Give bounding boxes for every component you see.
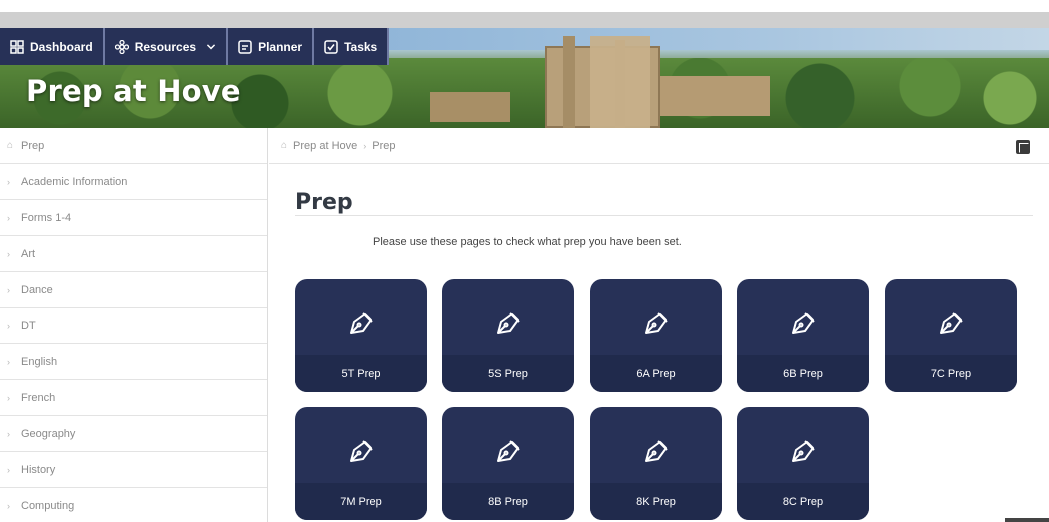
sidebar-item-label: English xyxy=(21,355,58,368)
page-intro: Please use these pages to check what pre… xyxy=(373,236,682,248)
nav-planner[interactable]: Planner xyxy=(228,28,315,65)
nav-resources-label: Resources xyxy=(134,39,197,54)
sidebar-item-label: Art xyxy=(21,247,36,260)
pen-nib-icon xyxy=(497,440,520,462)
sidebar-item-dance[interactable]: › Dance xyxy=(0,272,267,308)
nav-planner-label: Planner xyxy=(258,39,303,54)
breadcrumb-link[interactable]: Prep at Hove xyxy=(293,140,357,152)
grid-icon xyxy=(10,39,24,54)
pen-nib-icon xyxy=(645,312,668,334)
sidebar-item-dt[interactable]: › DT xyxy=(0,308,267,344)
nav-tasks[interactable]: Tasks xyxy=(314,28,390,65)
chevron-right-icon: › xyxy=(7,356,10,367)
tile-6b-prep[interactable]: 6B Prep xyxy=(737,279,869,392)
site-title: Prep at Hove xyxy=(26,74,241,108)
pen-nib-icon xyxy=(940,312,963,334)
tile-label: 5S Prep xyxy=(442,355,574,392)
sidebar-item-prep[interactable]: ⌂ Prep xyxy=(0,128,267,164)
chevron-right-icon: › xyxy=(7,284,10,295)
tile-label: 8C Prep xyxy=(737,483,869,520)
banner-sea xyxy=(360,28,1049,50)
sidebar-item-forms-1-4[interactable]: › Forms 1-4 xyxy=(0,200,267,236)
chevron-right-icon: › xyxy=(7,320,10,331)
sidebar-item-academic-information[interactable]: › Academic Information xyxy=(0,164,267,200)
pen-nib-icon xyxy=(497,312,520,334)
scroll-indicator xyxy=(1005,518,1049,522)
tile-label: 7M Prep xyxy=(295,483,427,520)
sidebar-item-label: Forms 1-4 xyxy=(21,211,72,224)
tile-label: 8K Prep xyxy=(590,483,722,520)
breadcrumb: ⌂ Prep at Hove › Prep xyxy=(269,128,1049,164)
sidebar-item-english[interactable]: › English xyxy=(0,344,267,380)
nav-resources[interactable]: Resources xyxy=(104,28,229,65)
sidebar-item-computing[interactable]: › Computing xyxy=(0,488,267,522)
sidebar: ⌂ Prep › Academic Information › Forms 1-… xyxy=(0,128,268,522)
chevron-right-icon: › xyxy=(7,212,10,223)
sidebar-item-label: Computing xyxy=(21,499,75,512)
tile-label: 6A Prep xyxy=(590,355,722,392)
sidebar-item-label: French xyxy=(21,391,56,404)
pen-nib-icon xyxy=(792,440,815,462)
banner-chapel xyxy=(590,36,650,128)
pen-nib-icon xyxy=(792,312,815,334)
planner-icon xyxy=(238,39,252,54)
banner-building-wing xyxy=(660,76,770,116)
tile-6a-prep[interactable]: 6A Prep xyxy=(590,279,722,392)
home-icon: ⌂ xyxy=(7,140,14,151)
tile-label: 5T Prep xyxy=(295,355,427,392)
sidebar-item-label: History xyxy=(21,463,56,476)
nav-dashboard-label: Dashboard xyxy=(30,39,93,54)
pen-nib-icon xyxy=(645,440,668,462)
sidebar-item-label: Prep xyxy=(21,139,45,152)
cog-flower-icon xyxy=(114,39,129,54)
tile-7m-prep[interactable]: 7M Prep xyxy=(295,407,427,520)
title-divider xyxy=(295,215,1033,216)
nav-dashboard[interactable]: Dashboard xyxy=(0,28,105,65)
tile-8k-prep[interactable]: 8K Prep xyxy=(590,407,722,520)
nav-tasks-label: Tasks xyxy=(344,39,378,54)
sidebar-item-french[interactable]: › French xyxy=(0,380,267,416)
sidebar-item-label: Academic Information xyxy=(21,175,128,188)
chevron-right-icon: › xyxy=(7,392,10,403)
tile-5t-prep[interactable]: 5T Prep xyxy=(295,279,427,392)
chevron-right-icon: › xyxy=(7,428,10,439)
checkbox-icon xyxy=(324,39,338,54)
tile-label: 7C Prep xyxy=(885,355,1017,392)
chevron-right-icon: › xyxy=(363,140,367,151)
banner-building xyxy=(430,92,510,122)
pen-nib-icon xyxy=(350,312,373,334)
page-title: Prep xyxy=(295,190,353,215)
tile-label: 8B Prep xyxy=(442,483,574,520)
home-icon[interactable]: ⌂ xyxy=(281,140,287,151)
chevron-down-icon xyxy=(206,43,216,49)
tile-8b-prep[interactable]: 8B Prep xyxy=(442,407,574,520)
breadcrumb-current: Prep xyxy=(372,139,396,152)
tile-5s-prep[interactable]: 5S Prep xyxy=(442,279,574,392)
sidebar-item-label: Dance xyxy=(21,283,53,296)
top-grey-bar xyxy=(0,12,1049,28)
tile-8c-prep[interactable]: 8C Prep xyxy=(737,407,869,520)
browser-top-strip xyxy=(0,0,1049,28)
sidebar-item-history[interactable]: › History xyxy=(0,452,267,488)
pen-nib-icon xyxy=(350,440,373,462)
sidebar-item-label: Geography xyxy=(21,427,76,440)
sidebar-item-label: DT xyxy=(21,319,36,332)
chevron-right-icon: › xyxy=(7,248,10,259)
sidebar-item-geography[interactable]: › Geography xyxy=(0,416,267,452)
tile-7c-prep[interactable]: 7C Prep xyxy=(885,279,1017,392)
sidebar-item-art[interactable]: › Art xyxy=(0,236,267,272)
tile-label: 6B Prep xyxy=(737,355,869,392)
chevron-right-icon: › xyxy=(7,500,10,511)
chevron-right-icon: › xyxy=(7,176,10,187)
expand-icon[interactable] xyxy=(1016,140,1030,154)
chevron-right-icon: › xyxy=(7,464,10,475)
page-root: Dashboard Resources Planner Tasks Prep a… xyxy=(0,0,1049,522)
top-nav: Dashboard Resources Planner Tasks xyxy=(0,28,390,65)
